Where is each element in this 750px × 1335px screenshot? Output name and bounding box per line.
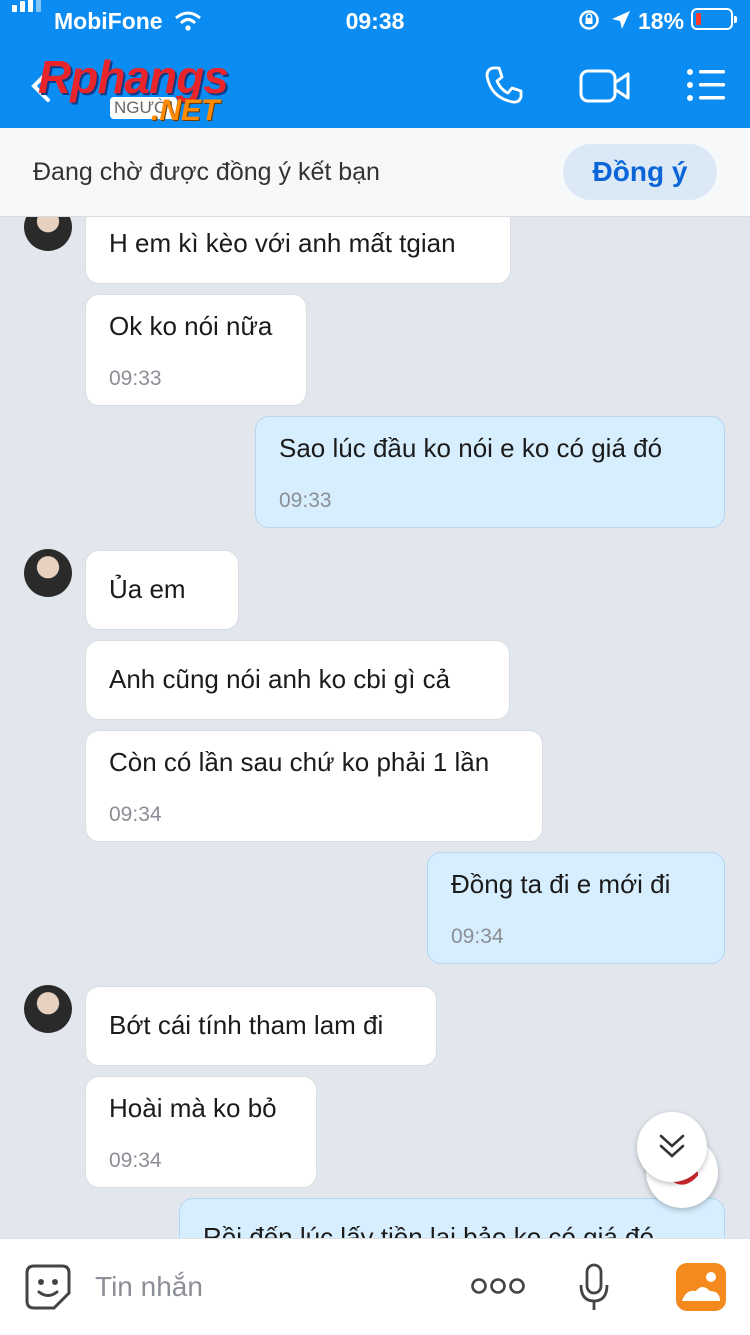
scroll-down-button[interactable] — [637, 1112, 707, 1182]
message-time: 09:33 — [109, 367, 162, 390]
sticker-emoji-icon[interactable] — [24, 1263, 72, 1311]
message-bubble-mine[interactable]: Sao lúc đầu ko nói e ko có giá đó 09:33 — [255, 416, 725, 528]
video-call-icon[interactable] — [579, 68, 631, 104]
message-bubble[interactable]: Bớt cái tính tham lam đi — [85, 986, 437, 1066]
message-bubble[interactable]: Anh cũng nói anh ko cbi gì cả — [85, 640, 510, 720]
message-time: 09:33 — [279, 489, 332, 512]
menu-icon[interactable] — [686, 68, 726, 102]
message-time: 09:34 — [451, 925, 504, 948]
contact-avatar[interactable] — [24, 549, 72, 597]
message-bubble-mine[interactable]: Rồi đến lúc lấy tiền lại bảo ko có giá đ… — [179, 1198, 725, 1238]
message-text: Anh cũng nói anh ko cbi gì cả — [109, 664, 451, 694]
message-text: Hoài mà ko bỏ — [109, 1093, 277, 1123]
contact-avatar[interactable] — [24, 985, 72, 1033]
contact-avatar[interactable] — [24, 217, 72, 251]
double-chevron-down-icon — [659, 1134, 685, 1158]
message-text: Bớt cái tính tham lam đi — [109, 1010, 384, 1040]
battery-percent: 18% — [638, 8, 685, 34]
more-options-icon[interactable] — [470, 1277, 526, 1295]
watermark-logo: Rphangs NGƯỜI .NET — [38, 50, 268, 130]
message-text: Đồng ta đi e mới đi — [451, 869, 671, 899]
message-bubble[interactable]: Còn có lần sau chứ ko phải 1 lần 09:34 — [85, 730, 543, 842]
message-text: Ok ko nói nữa — [109, 311, 273, 341]
message-input[interactable]: Tin nhắn — [95, 1271, 203, 1303]
message-bubble[interactable]: H em kì kèo với anh mất tgian — [85, 217, 511, 284]
message-time: 09:34 — [109, 803, 162, 826]
message-list: H em kì kèo với anh mất tgian Ok ko nói … — [0, 217, 750, 1238]
accept-friend-button[interactable]: Đồng ý — [563, 144, 717, 200]
phone-call-icon[interactable] — [483, 64, 525, 106]
pending-text: Đang chờ được đồng ý kết bạn — [33, 158, 380, 186]
message-input-bar: Tin nhắn — [0, 1238, 750, 1335]
message-bubble[interactable]: Ok ko nói nữa 09:33 — [85, 294, 307, 406]
message-text: Ủa em — [109, 574, 186, 604]
message-time: 09:34 — [109, 1149, 162, 1172]
message-bubble[interactable]: Ủa em — [85, 550, 239, 630]
location-icon — [612, 11, 630, 29]
message-text: Sao lúc đầu ko nói e ko có giá đó — [279, 433, 663, 463]
message-text: H em kì kèo với anh mất tgian — [109, 228, 456, 258]
image-gallery-icon[interactable] — [676, 1263, 726, 1311]
logo-net-text: .NET — [151, 94, 220, 127]
message-text: Còn có lần sau chứ ko phải 1 lần — [109, 747, 490, 777]
status-bar: MobiFone 09:38 18% — [0, 0, 750, 40]
message-bubble[interactable]: Hoài mà ko bỏ 09:34 — [85, 1076, 317, 1188]
message-text: Rồi đến lúc lấy tiền lại bảo ko có giá đ… — [203, 1222, 654, 1238]
microphone-icon[interactable] — [578, 1263, 610, 1313]
rotation-lock-icon — [579, 10, 599, 30]
battery-icon — [691, 8, 737, 30]
pending-friend-bar: Đang chờ được đồng ý kết bạn Đồng ý — [0, 128, 750, 217]
chat-header: Rphangs NGƯỜI .NET — [0, 40, 750, 128]
message-bubble-mine[interactable]: Đồng ta đi e mới đi 09:34 — [427, 852, 725, 964]
